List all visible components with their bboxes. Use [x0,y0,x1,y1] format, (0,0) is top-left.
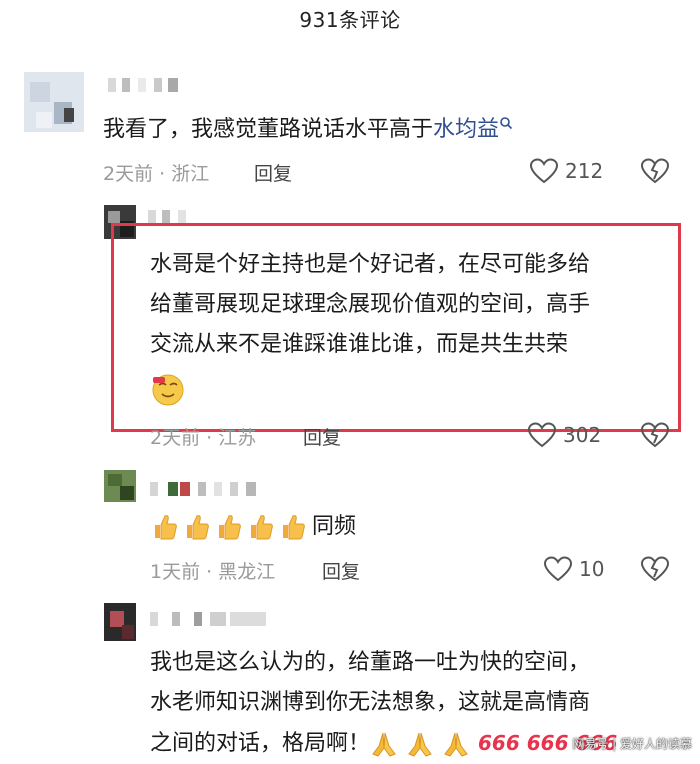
reply-button[interactable]: 回复 [322,557,360,584]
mention-link[interactable]: 水均益 [433,117,499,142]
thumbs-up-icon [283,515,305,540]
heart-icon [529,158,559,184]
heart-icon [543,556,573,582]
like-button[interactable]: 10 [543,555,604,583]
reply-button[interactable]: 回复 [303,423,341,450]
pray-icon [444,732,468,757]
dislike-button[interactable] [640,157,670,189]
pray-icon [372,732,396,757]
like-button[interactable]: 212 [529,157,603,185]
dislike-button[interactable] [640,555,670,587]
comment-text-line: 我也是这么认为的，给董路一吐为快的空间， [150,650,591,675]
thumbs-up-icon [251,515,273,540]
like-count: 10 [579,557,605,581]
comment-meta: 2天前 · 江苏 [150,427,257,449]
pray-icon [408,732,432,757]
comment-text-line: 水哥是个好主持也是个好记者，在尽可能多给 [150,252,591,277]
like-count: 212 [565,159,604,183]
thumbs-up-icon [187,515,209,540]
search-icon[interactable] [499,116,513,130]
emoji-666: 666 [526,731,569,755]
broken-heart-icon [640,422,670,448]
dislike-button[interactable] [640,421,670,453]
avatar[interactable] [104,470,136,502]
broken-heart-icon [640,556,670,582]
page-title: 931条评论 [299,8,401,32]
reply-button[interactable]: 回复 [254,159,292,186]
comment-text: 之间的对话，格局啊！ 666 666 666 [150,731,618,757]
username-blurred[interactable] [108,78,188,92]
username-blurred[interactable] [150,612,270,626]
smile-emoji-icon [150,372,186,412]
broken-heart-icon [640,158,670,184]
avatar[interactable] [24,72,84,132]
watermark: 网易号 | 爱好人的读慕 [572,737,692,751]
avatar[interactable] [104,603,136,641]
comment-text-line: 水老师知识渊博到你无法想象，这就是高情商 [150,690,591,715]
emoji-666: 666 [478,731,520,755]
comment-meta: 1天前 · 黑龙江 [150,561,276,583]
comment-meta: 2天前 · 浙江 [103,163,210,185]
comment-text: 同频 [152,507,356,547]
like-count: 302 [563,423,602,447]
username-blurred[interactable] [150,482,265,496]
thumbs-up-icon [219,515,241,540]
heart-icon [527,422,557,448]
comment-text-line: 给董哥展现足球理念展现价值观的空间，高手 [150,292,591,317]
comment-text-line: 交流从来不是谁踩谁谁比谁，而是共生共荣 [150,332,569,357]
thumbs-up-icon [155,515,177,540]
comment-text: 我看了，我感觉董路说话水平高于水均益 [103,110,513,150]
like-button[interactable]: 302 [527,421,601,449]
username-blurred[interactable] [148,210,198,224]
